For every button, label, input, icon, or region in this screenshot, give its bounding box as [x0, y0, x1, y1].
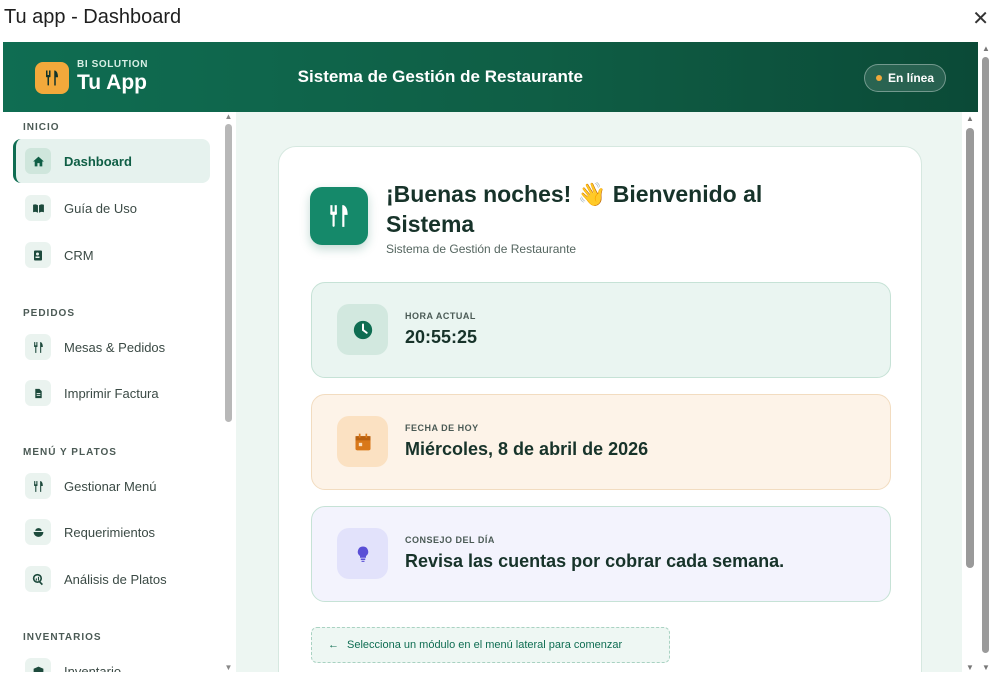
- scroll-up-icon[interactable]: ▲: [965, 114, 975, 123]
- module-hint-text: Selecciona un módulo en el menú lateral …: [347, 639, 623, 651]
- window-title: Tu app - Dashboard: [4, 6, 182, 28]
- book-icon: [25, 195, 51, 221]
- lightbulb-icon: [337, 528, 388, 579]
- sidebar-scrollbar[interactable]: ▲ ▼: [224, 112, 233, 672]
- scroll-up-icon[interactable]: ▲: [981, 44, 991, 53]
- sidebar-item-label: Análisis de Platos: [64, 572, 167, 587]
- utensils-icon: [25, 334, 51, 360]
- sidebar-section-inicio: INICIO: [23, 122, 60, 133]
- sidebar: INICIO Dashboard Guía de Uso CRM PEDIDOS…: [3, 112, 223, 672]
- time-value: 20:55:25: [405, 327, 478, 347]
- sidebar-item-label: Mesas & Pedidos: [64, 340, 166, 355]
- main-scroll-thumb[interactable]: [966, 128, 974, 568]
- sidebar-item-gestionar-menu[interactable]: Gestionar Menú: [13, 464, 210, 508]
- window-titlebar: Tu app - Dashboard ✕: [0, 0, 1005, 40]
- module-hint[interactable]: ← Selecciona un módulo en el menú latera…: [311, 627, 670, 663]
- main-content: ¡Buenas noches! 👋 Bienvenido al Sistema …: [236, 112, 962, 672]
- document-icon: [25, 380, 51, 406]
- sidebar-item-mesas-pedidos[interactable]: Mesas & Pedidos: [13, 325, 210, 369]
- window-scrollbar[interactable]: ▲ ▼: [981, 42, 991, 672]
- sidebar-section-inventarios: INVENTARIOS: [23, 632, 102, 643]
- status-label: En línea: [887, 71, 934, 85]
- tip-value: Revisa las cuentas por cobrar cada seman…: [405, 551, 785, 571]
- welcome-card: ¡Buenas noches! 👋 Bienvenido al Sistema …: [278, 146, 922, 672]
- tip-label: CONSEJO DEL DÍA: [405, 535, 495, 545]
- main-scrollbar[interactable]: ▲ ▼: [963, 112, 977, 672]
- date-value: Miércoles, 8 de abril de 2026: [405, 439, 649, 459]
- bowl-icon: [25, 519, 51, 545]
- utensils-icon: [310, 187, 368, 245]
- sidebar-section-menu: MENÚ Y PLATOS: [23, 447, 117, 458]
- sidebar-item-guia[interactable]: Guía de Uso: [13, 186, 210, 230]
- page-subtitle: Sistema de Gestión de Restaurante: [386, 242, 577, 256]
- contact-card-icon: [25, 242, 51, 268]
- utensils-icon: [25, 473, 51, 499]
- sidebar-item-label: CRM: [64, 248, 94, 263]
- scroll-down-icon[interactable]: ▼: [965, 663, 975, 672]
- page-title: ¡Buenas noches! 👋 Bienvenido al Sistema: [386, 181, 763, 237]
- status-badge: En línea: [864, 64, 946, 92]
- sidebar-item-label: Inventario: [64, 664, 122, 672]
- arrow-left-icon: ←: [328, 639, 339, 651]
- sidebar-item-dashboard[interactable]: Dashboard: [13, 139, 210, 183]
- time-card: HORA ACTUAL 20:55:25: [311, 282, 891, 378]
- calendar-icon: [337, 416, 388, 467]
- sidebar-scroll-thumb[interactable]: [225, 124, 232, 422]
- sidebar-item-crm[interactable]: CRM: [13, 233, 210, 277]
- sidebar-item-analisis-platos[interactable]: Análisis de Platos: [13, 557, 210, 601]
- app-header: BI SOLUTION Tu App Sistema de Gestión de…: [3, 42, 978, 112]
- sidebar-section-pedidos: PEDIDOS: [23, 308, 76, 319]
- box-icon: [25, 658, 51, 672]
- sidebar-item-label: Imprimir Factura: [64, 386, 159, 401]
- home-icon: [25, 148, 51, 174]
- date-label: FECHA DE HOY: [405, 423, 479, 433]
- close-icon[interactable]: ✕: [972, 6, 989, 31]
- date-card: FECHA DE HOY Miércoles, 8 de abril de 20…: [311, 394, 891, 490]
- tip-card: CONSEJO DEL DÍA Revisa las cuentas por c…: [311, 506, 891, 602]
- sidebar-item-requerimientos[interactable]: Requerimientos: [13, 510, 210, 554]
- clock-icon: [337, 304, 388, 355]
- status-dot: [875, 75, 882, 81]
- header-title: Sistema de Gestión de Restaurante: [297, 67, 583, 86]
- sidebar-item-inventario[interactable]: Inventario: [13, 649, 210, 672]
- sidebar-item-label: Gestionar Menú: [64, 479, 157, 494]
- sidebar-item-label: Guía de Uso: [64, 201, 137, 216]
- scroll-down-icon[interactable]: ▼: [224, 663, 233, 672]
- sidebar-item-imprimir-factura[interactable]: Imprimir Factura: [13, 371, 210, 415]
- magnifier-chart-icon: [25, 566, 51, 592]
- sidebar-item-label: Requerimientos: [64, 525, 156, 540]
- time-label: HORA ACTUAL: [405, 311, 476, 321]
- scroll-down-icon[interactable]: ▼: [981, 663, 991, 672]
- sidebar-item-label: Dashboard: [64, 154, 132, 169]
- scroll-up-icon[interactable]: ▲: [224, 112, 233, 121]
- window-scroll-thumb[interactable]: [982, 57, 989, 653]
